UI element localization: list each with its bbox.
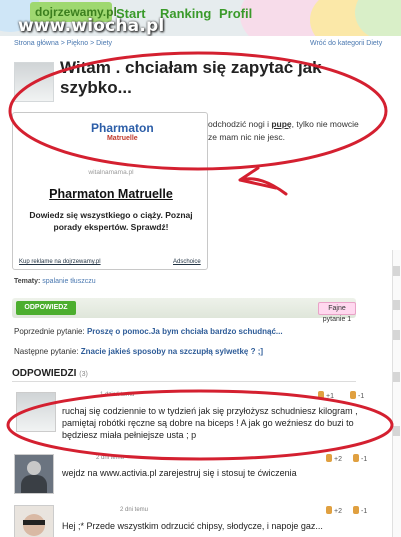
annotation-arrow (238, 166, 288, 196)
topics-label: Tematy: (14, 278, 41, 285)
thumb-up-icon (326, 454, 332, 462)
vote-down[interactable]: -1 (350, 391, 364, 400)
question-body-text: , tylko nie mowcie (291, 119, 359, 129)
right-edge-item (393, 330, 400, 340)
ad-title-link[interactable]: Pharmaton Matruelle (13, 187, 209, 201)
question-body: odchodzić nogi i pupę, tylko nie mowcie … (208, 118, 398, 144)
right-column-edge (392, 250, 401, 537)
vote-down[interactable]: -1 (353, 506, 367, 515)
avatar-head (27, 461, 41, 475)
ad-logo-brand: Pharmaton (91, 121, 154, 135)
thumb-down-icon (353, 506, 359, 514)
ad-logo[interactable]: Pharmaton Matruelle (91, 121, 154, 142)
breadcrumb[interactable]: Strona główna > Piękno > Diety (14, 40, 112, 47)
vote-down-count: -1 (358, 393, 365, 400)
fajne-pytanie-button[interactable]: Fajne pytanie 1 (318, 302, 356, 323)
vote-up[interactable]: +2 (326, 506, 342, 515)
vote-down-count: -1 (361, 456, 368, 463)
answers-title: ODPOWIEDZI (12, 368, 77, 379)
vote-up-count: +1 (326, 393, 334, 400)
adchoices-link[interactable]: Adschoice (173, 259, 201, 265)
topic-link[interactable]: spalanie tłuszczu (42, 278, 95, 285)
vote-down[interactable]: -1 (353, 454, 367, 463)
prev-question-label: Poprzednie pytanie: (14, 327, 85, 336)
question-title: Witam . chciałam się zapytać jak szybko.… (60, 58, 322, 97)
vote-up-count: +2 (334, 456, 342, 463)
divider (12, 381, 356, 382)
back-to-category-link[interactable]: Wróć do kategorii Diety (310, 40, 382, 47)
nav-ranking[interactable]: Ranking (160, 6, 211, 21)
answers-count: (3) (79, 371, 88, 378)
answer-avatar (14, 505, 54, 537)
avatar-body (21, 475, 47, 493)
answer-time: 2 dni temu (96, 455, 125, 461)
question-body-text: ze mam nic nie jesc. (208, 132, 285, 142)
thumb-down-icon (350, 391, 356, 399)
vote-down-count: -1 (361, 508, 368, 515)
next-question: Następne pytanie: Znacie jakieś sposoby … (14, 347, 263, 356)
answer-avatar (14, 454, 54, 494)
answer-text: wejdz na www.activia.pl zarejestruj się … (62, 468, 297, 478)
topics: Tematy: spalanie tłuszczu (14, 278, 96, 285)
next-question-link[interactable]: Znacie jakieś sposoby na szczupłą sylwet… (81, 347, 263, 356)
right-edge-item (393, 426, 400, 436)
thumb-down-icon (353, 454, 359, 462)
nav-profil[interactable]: Profil (219, 6, 252, 21)
right-edge-item (393, 300, 400, 310)
answer-time: 2 dni temu (120, 507, 149, 513)
buy-ad-link[interactable]: Kup reklame na dojrzewamy.pl (19, 259, 101, 265)
thumb-up-icon (318, 391, 324, 399)
avatar-glasses (23, 520, 45, 525)
thumb-up-icon (326, 506, 332, 514)
vote-up[interactable]: +2 (326, 454, 342, 463)
answer-time: 1 dzień temu (100, 392, 135, 398)
answers-heading: ODPOWIEDZI (3) (12, 368, 88, 379)
advertisement[interactable]: Pharmaton Matruelle witalnamama.pl Pharm… (12, 112, 208, 270)
question-body-highlight: pupę (271, 119, 292, 129)
decor-shape (355, 0, 401, 36)
watermark: www.wiocha.pl (18, 16, 165, 36)
question-body-text: odchodzić nogi i (208, 119, 272, 129)
answer-text: Hej ;* Przede wszystkim odrzucić chipsy,… (62, 521, 323, 531)
right-edge-item (393, 266, 400, 276)
answer-text: ruchaj się codziennie to w tydzień jak s… (62, 406, 358, 440)
ad-logo-product: Matruelle (106, 135, 138, 142)
vote-up-count: +2 (334, 508, 342, 515)
next-question-label: Następne pytanie: (14, 347, 79, 356)
prev-question-link[interactable]: Proszę o pomoc.Ja bym chciała bardzo sch… (87, 327, 283, 336)
top-bar: dojrzewamy.pl Start Ranking Profil www.w… (0, 0, 401, 36)
ad-url[interactable]: witalnamama.pl (13, 169, 209, 176)
answer-avatar (16, 392, 56, 432)
right-edge-item (393, 372, 400, 382)
prev-question: Poprzednie pytanie: Proszę o pomoc.Ja by… (14, 327, 283, 336)
vote-up[interactable]: +1 (318, 391, 334, 400)
avatar-face (23, 514, 45, 536)
ad-description: Dowiedz się wszystkiego o ciąży. Poznaj … (29, 210, 193, 232)
answer-button[interactable]: ODPOWIEDZ (16, 301, 76, 315)
question-avatar (14, 62, 54, 102)
